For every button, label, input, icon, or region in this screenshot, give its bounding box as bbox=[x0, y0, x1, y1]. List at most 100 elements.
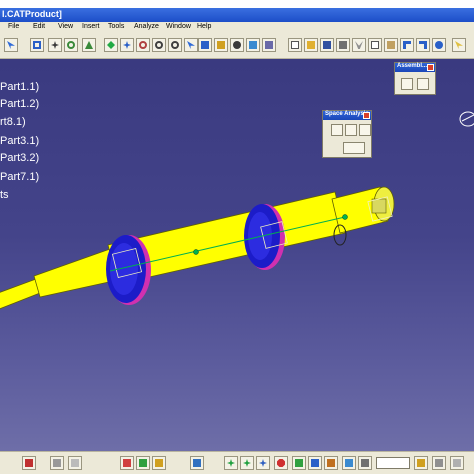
pan-icon bbox=[243, 459, 251, 467]
whats-this-button[interactable] bbox=[452, 38, 466, 52]
layer-button[interactable] bbox=[68, 456, 82, 470]
hide-show-icon bbox=[265, 41, 273, 49]
measure-button[interactable] bbox=[343, 142, 365, 154]
fit-all-icon bbox=[33, 41, 41, 49]
shading-button[interactable] bbox=[230, 38, 244, 52]
snap-button[interactable] bbox=[120, 456, 134, 470]
normal-view-icon bbox=[187, 41, 195, 49]
space-analysis-titlebar[interactable]: Space Analysis bbox=[323, 111, 371, 120]
open-icon bbox=[307, 41, 315, 49]
sectioning-button[interactable] bbox=[345, 124, 357, 136]
assembly-tool-button-2[interactable] bbox=[417, 78, 429, 90]
3d-viewport[interactable]: Part1.1) Part1.2) rt8.1) Part3.1) Part3.… bbox=[0, 59, 474, 451]
angle-button[interactable] bbox=[342, 456, 356, 470]
hide-show-icon bbox=[277, 459, 285, 467]
hide-show-icon bbox=[295, 459, 303, 467]
menu-file[interactable]: File bbox=[8, 23, 19, 30]
space-analysis-toolbar: Space Analysis bbox=[322, 110, 372, 158]
select-button[interactable] bbox=[4, 38, 18, 52]
paste-button[interactable] bbox=[384, 38, 398, 52]
assembly-toolbar-titlebar[interactable]: Assembl... bbox=[395, 63, 435, 72]
menu-edit[interactable]: Edit bbox=[33, 23, 45, 30]
assembly-tool-button-1[interactable] bbox=[401, 78, 413, 90]
hide-show-button[interactable] bbox=[22, 456, 36, 470]
undo-button[interactable] bbox=[400, 38, 414, 52]
menu-analyze[interactable]: Analyze bbox=[134, 23, 159, 30]
compass-icon[interactable] bbox=[459, 111, 474, 127]
pan-icon bbox=[227, 459, 235, 467]
help-button[interactable] bbox=[432, 38, 446, 52]
close-icon[interactable] bbox=[363, 112, 370, 119]
pan-icon bbox=[51, 41, 59, 49]
iso-view-icon bbox=[217, 41, 225, 49]
rotate-icon bbox=[139, 41, 147, 49]
hide-show-icon bbox=[249, 41, 257, 49]
coincidence-button[interactable] bbox=[292, 456, 306, 470]
contact-button[interactable] bbox=[308, 456, 322, 470]
swap-visible-button[interactable] bbox=[262, 38, 276, 52]
hide-show-button[interactable] bbox=[246, 38, 260, 52]
normal-view-button[interactable] bbox=[184, 38, 198, 52]
save-icon bbox=[323, 41, 331, 49]
hide-show-icon bbox=[435, 459, 443, 467]
distance-button[interactable] bbox=[359, 124, 371, 136]
cut-button[interactable] bbox=[352, 38, 366, 52]
zoom-out-button[interactable] bbox=[168, 38, 182, 52]
undo-icon bbox=[403, 41, 411, 49]
measure-bottom-button[interactable] bbox=[136, 456, 150, 470]
pan-icon bbox=[123, 41, 131, 49]
pan-button[interactable] bbox=[48, 38, 62, 52]
tree-button[interactable] bbox=[30, 38, 44, 52]
zoom-in-icon bbox=[155, 41, 163, 49]
hide-show-icon bbox=[123, 459, 131, 467]
zoom-input[interactable] bbox=[376, 457, 410, 469]
update-button[interactable] bbox=[414, 456, 428, 470]
shaft-model[interactable] bbox=[0, 59, 474, 451]
zoom-in-button[interactable] bbox=[152, 38, 166, 52]
menu-insert[interactable]: Insert bbox=[82, 23, 100, 30]
save-button[interactable] bbox=[320, 38, 334, 52]
hide-show-icon bbox=[71, 459, 79, 467]
fix-button[interactable] bbox=[358, 456, 372, 470]
product-button[interactable] bbox=[190, 456, 204, 470]
clash-button[interactable] bbox=[331, 124, 343, 136]
copy-button[interactable] bbox=[368, 38, 382, 52]
iso-view-button[interactable] bbox=[198, 38, 212, 52]
stop-button[interactable] bbox=[274, 456, 288, 470]
fit-button[interactable] bbox=[104, 38, 118, 52]
catia-window: l.CATProduct] File Edit View Insert Tool… bbox=[0, 0, 474, 474]
close-icon[interactable] bbox=[427, 64, 434, 71]
redo-button[interactable] bbox=[416, 38, 430, 52]
hide-show-icon bbox=[107, 41, 115, 49]
copy-icon bbox=[371, 41, 379, 49]
pan-icon bbox=[259, 459, 267, 467]
compass-button[interactable] bbox=[82, 38, 96, 52]
new-button[interactable] bbox=[288, 38, 302, 52]
explode-button[interactable] bbox=[256, 456, 270, 470]
rotate-button[interactable] bbox=[64, 38, 78, 52]
window-title: l.CATProduct] bbox=[2, 9, 62, 19]
manipulate-button[interactable] bbox=[224, 456, 238, 470]
print-button[interactable] bbox=[336, 38, 350, 52]
pan-view-button[interactable] bbox=[120, 38, 134, 52]
hide-show-icon bbox=[311, 459, 319, 467]
menu-help[interactable]: Help bbox=[197, 23, 211, 30]
swap-button[interactable] bbox=[50, 456, 64, 470]
hide-show-icon bbox=[345, 459, 353, 467]
snap-move-button[interactable] bbox=[240, 456, 254, 470]
more-button[interactable] bbox=[450, 456, 464, 470]
flexible-button[interactable] bbox=[432, 456, 446, 470]
menu-view[interactable]: View bbox=[58, 23, 73, 30]
hide-show-icon bbox=[53, 459, 61, 467]
quick-view-button[interactable] bbox=[214, 38, 228, 52]
standard-toolbar bbox=[0, 34, 474, 59]
hide-show-icon bbox=[453, 459, 461, 467]
open-button[interactable] bbox=[304, 38, 318, 52]
menu-tools[interactable]: Tools bbox=[108, 23, 124, 30]
menu-window[interactable]: Window bbox=[166, 23, 191, 30]
rotate-view-button[interactable] bbox=[136, 38, 150, 52]
hide-show-icon bbox=[193, 459, 201, 467]
constraint-button[interactable] bbox=[152, 456, 166, 470]
offset-button[interactable] bbox=[324, 456, 338, 470]
shading-icon bbox=[233, 41, 241, 49]
